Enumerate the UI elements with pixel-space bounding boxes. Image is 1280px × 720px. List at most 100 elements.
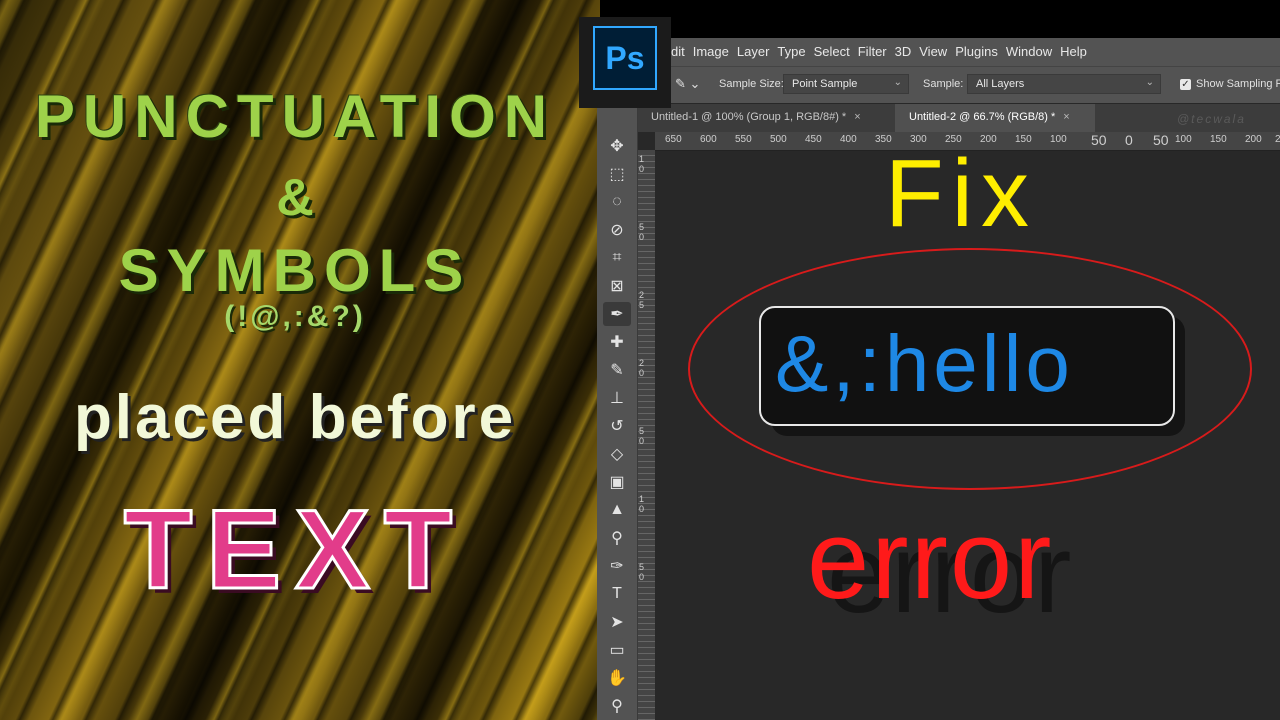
canvas-text-fix: Fix	[885, 151, 1037, 247]
ruler-tick: 400	[840, 134, 857, 145]
menu-select[interactable]: Select	[814, 44, 858, 59]
close-icon[interactable]: ×	[854, 111, 860, 123]
ruler-tick: 350	[875, 134, 892, 145]
tab-label: Untitled-1 @ 100% (Group 1, RGB/8#) *	[651, 111, 847, 123]
ruler-tick: 0	[639, 436, 645, 446]
tools-panel: ✥ ⬚ ◌ ⊘ ⌗ ⊠ ✒ ✚ ✎ ⊥ ↺ ◇ ▣ ▲ ⚲ ✑ T ➤ ▭ ✋ …	[597, 104, 638, 720]
menu-items: dit Image Layer Type Select Filter 3D Vi…	[671, 44, 1095, 59]
ruler-tick: 200	[980, 134, 997, 145]
ruler-tick: 50	[1091, 132, 1107, 148]
ruler-tick: 450	[805, 134, 822, 145]
menu-layer[interactable]: Layer	[737, 44, 778, 59]
text-box: &,:hello	[759, 306, 1175, 426]
brush-tool-icon[interactable]: ✎	[603, 358, 631, 382]
ruler-tick: 5	[639, 222, 645, 232]
document-canvas[interactable]: Fix &,:hello error error	[655, 151, 1280, 720]
ruler-tick: 250	[1275, 134, 1280, 145]
rectangle-tool-icon[interactable]: ▭	[603, 638, 631, 662]
ruler-tick: 0	[639, 232, 645, 242]
options-bar: ✎ ⌄ Sample Size: Point Sample ⌄ Sample: …	[597, 66, 1280, 103]
sample-size-select[interactable]: Point Sample ⌄	[783, 74, 909, 94]
menu-help[interactable]: Help	[1060, 44, 1095, 59]
pen-tool-icon[interactable]: ✑	[603, 554, 631, 578]
chevron-down-icon: ⌄	[1145, 77, 1154, 88]
eraser-tool-icon[interactable]: ◇	[603, 442, 631, 466]
ruler-tick: 300	[910, 134, 927, 145]
move-tool-icon[interactable]: ✥	[603, 134, 631, 158]
history-brush-tool-icon[interactable]: ↺	[603, 414, 631, 438]
tab-untitled-2[interactable]: Untitled-2 @ 66.7% (RGB/8) * ×	[895, 104, 1095, 132]
ruler-tick: 50	[1153, 132, 1169, 148]
tab-label: Untitled-2 @ 66.7% (RGB/8) *	[909, 111, 1056, 123]
menu-type[interactable]: Type	[777, 44, 813, 59]
frame-tool-icon[interactable]: ⊠	[603, 274, 631, 298]
promo-title-text: TEXT	[122, 486, 467, 614]
ruler-tick: 5	[639, 300, 645, 310]
tab-untitled-1[interactable]: Untitled-1 @ 100% (Group 1, RGB/8#) * ×	[637, 104, 895, 132]
promo-title-ampersand: &	[276, 169, 314, 227]
hand-tool-icon[interactable]: ✋	[603, 666, 631, 690]
ruler-tick: 0	[639, 572, 645, 582]
ruler-tick: 2	[639, 358, 645, 368]
healing-tool-icon[interactable]: ✚	[603, 330, 631, 354]
lasso-tool-icon[interactable]: ◌	[603, 190, 631, 214]
ruler-tick: 1	[639, 154, 645, 164]
menu-edit[interactable]: dit	[671, 44, 693, 59]
promo-title-symbols: SYMBOLS	[118, 237, 472, 304]
ruler-tick: 100	[1050, 134, 1067, 145]
eyedropper-options-icon[interactable]: ✎ ⌄	[675, 76, 700, 92]
ruler-tick: 2	[639, 290, 645, 300]
stamp-tool-icon[interactable]: ⊥	[603, 386, 631, 410]
sample-label: Sample:	[923, 78, 964, 90]
ruler-tick: 0	[639, 504, 645, 514]
document-tab-bar: Untitled-1 @ 100% (Group 1, RGB/8#) * × U…	[637, 104, 1280, 132]
gradient-tool-icon[interactable]: ▣	[603, 470, 631, 494]
crop-tool-icon[interactable]: ⌗	[603, 246, 631, 270]
vertical-ruler: 1 0 5 0 2 5 2 0 5 0 1 0 5 0	[637, 150, 655, 720]
ruler-tick: 0	[639, 368, 645, 378]
sample-size-label: Sample Size:	[719, 78, 784, 90]
eyedropper-tool-icon[interactable]: ✒	[603, 302, 631, 326]
ruler-tick: 650	[665, 134, 682, 145]
menu-image[interactable]: Image	[693, 44, 737, 59]
type-tool-icon[interactable]: T	[603, 582, 631, 606]
marquee-tool-icon[interactable]: ⬚	[603, 162, 631, 186]
chevron-down-icon: ⌄	[893, 77, 902, 88]
ruler-tick: 600	[700, 134, 717, 145]
ruler-tick: 250	[945, 134, 962, 145]
ruler-tick: 200	[1245, 134, 1262, 145]
quick-select-tool-icon[interactable]: ⊘	[603, 218, 631, 242]
ruler-tick: 150	[1015, 134, 1032, 145]
ruler-tick: 100	[1175, 134, 1192, 145]
ruler-tick: 5	[639, 562, 645, 572]
ruler-tick: 150	[1210, 134, 1227, 145]
ruler-tick: 5	[639, 426, 645, 436]
close-icon[interactable]: ×	[1063, 111, 1069, 123]
dodge-tool-icon[interactable]: ⚲	[603, 526, 631, 550]
promo-panel: PUNCTUATION & SYMBOLS (!@,:&?) placed be…	[0, 0, 600, 720]
canvas-text-error: error	[807, 497, 1054, 622]
zoom-tool-icon[interactable]: ⚲	[603, 694, 631, 718]
menu-3d[interactable]: 3D	[895, 44, 920, 59]
show-sampling-label: Show Sampling R	[1196, 78, 1280, 90]
ruler-tick: 0	[1125, 132, 1133, 148]
photoshop-logo-mark: Ps	[593, 26, 657, 90]
menu-window[interactable]: Window	[1006, 44, 1060, 59]
sample-select[interactable]: All Layers ⌄	[967, 74, 1161, 94]
canvas-text-hello: &,:hello	[775, 319, 1074, 408]
horizontal-ruler: 650 600 550 500 450 400 350 300 250 200 …	[655, 132, 1280, 151]
menu-bar: dit Image Layer Type Select Filter 3D Vi…	[597, 38, 1280, 66]
promo-title-placed-before: placed before	[73, 383, 517, 452]
photoshop-logo: Ps	[579, 17, 671, 108]
photoshop-window: dit Image Layer Type Select Filter 3D Vi…	[597, 38, 1280, 720]
blur-tool-icon[interactable]: ▲	[603, 498, 631, 522]
show-sampling-checkbox[interactable]: ✓	[1180, 79, 1191, 90]
ruler-tick: 1	[639, 494, 645, 504]
menu-plugins[interactable]: Plugins	[955, 44, 1006, 59]
sample-size-value: Point Sample	[792, 78, 858, 90]
ruler-tick: 550	[735, 134, 752, 145]
path-select-tool-icon[interactable]: ➤	[603, 610, 631, 634]
menu-filter[interactable]: Filter	[858, 44, 895, 59]
promo-title-punctuation: PUNCTUATION	[34, 83, 556, 150]
menu-view[interactable]: View	[919, 44, 955, 59]
